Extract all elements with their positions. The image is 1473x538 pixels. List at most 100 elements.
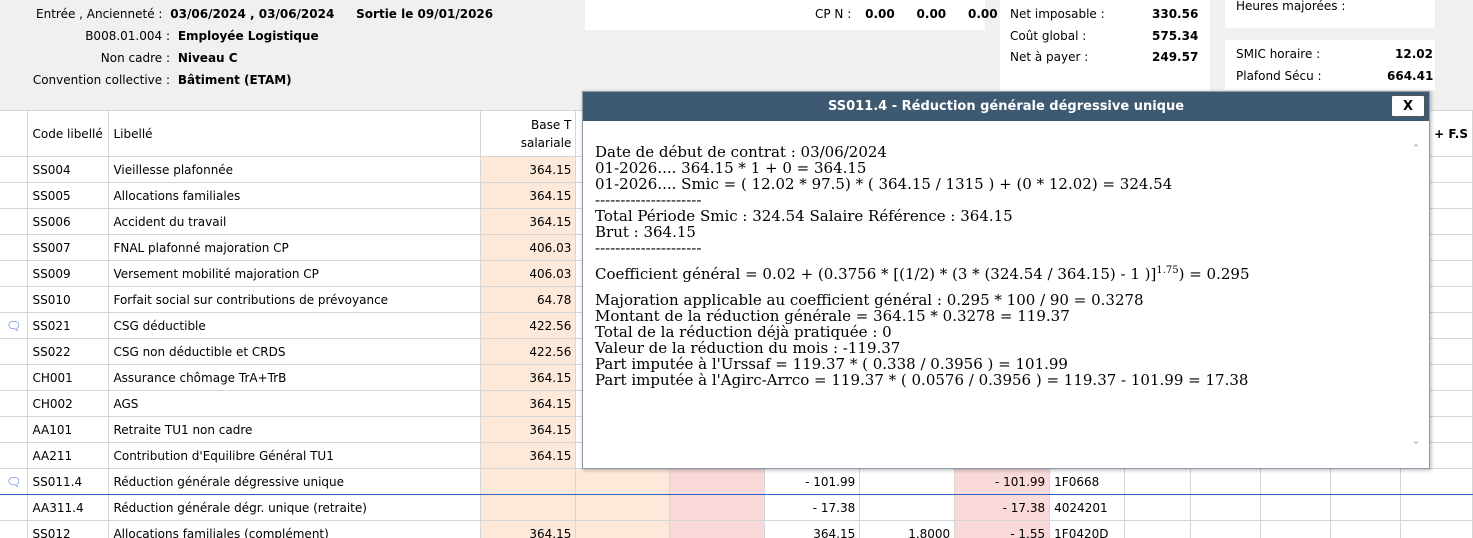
row-gutter [0, 494, 29, 521]
table-row[interactable]: SS012 Allocations familiales (complément… [0, 520, 1473, 538]
smic-label: SMIC horaire : [1236, 47, 1321, 61]
row-label: Réduction générale dégressive unique [108, 468, 482, 495]
total-period-line: Total Période Smic : 324.54 Salaire Réfé… [595, 207, 1013, 225]
row-cell [1190, 468, 1262, 495]
comment-icon[interactable]: 🗨 [0, 468, 29, 495]
cpn-label: CP N : [815, 7, 852, 21]
row-gutter [0, 364, 29, 391]
entry-value: 03/06/2024 , 03/06/2024 [170, 7, 335, 21]
employee-header: Entrée , Ancienneté : 03/06/2024 , 03/06… [0, 0, 1473, 98]
job-value: Employée Logistique [177, 29, 319, 43]
row-cell [669, 520, 766, 538]
calc-line: 01-2026.... 364.15 * 1 + 0 = 364.15 [595, 159, 867, 177]
row-base: 422.56 [480, 338, 577, 365]
row-code: SS004 [27, 156, 110, 183]
row-cell [1330, 468, 1401, 495]
row-label: Allocations familiales [108, 182, 482, 209]
dialog-body: Date de début de contrat : 03/06/2024 01… [595, 144, 1399, 388]
net-payer-value: 249.57 [1152, 50, 1199, 64]
row-cell [669, 494, 766, 521]
row-label: Réduction générale dégr. unique (retrait… [108, 494, 482, 521]
convention-row: Convention collective : Bâtiment (ETAM) [0, 72, 292, 88]
convention-label: Convention collective : [32, 73, 170, 87]
row-cell [575, 520, 671, 538]
row-code: AA311.4 [27, 494, 110, 521]
col-header-code[interactable]: Code libellé [27, 110, 110, 157]
scroll-down-icon[interactable]: ⌄ [1409, 434, 1423, 448]
row-cell [1260, 494, 1331, 521]
row-code: SS005 [27, 182, 110, 209]
scroll-up-icon[interactable]: ⌃ [1409, 142, 1423, 156]
row-value-1: 364.15 [764, 520, 861, 538]
row-label: Assurance chômage TrA+TrB [108, 364, 482, 391]
row-label: Vieillesse plafonnée [108, 156, 482, 183]
row-base: 422.56 [480, 312, 577, 339]
row-gutter [0, 390, 29, 417]
row-base: 364.15 [480, 156, 577, 183]
row-cell [575, 468, 671, 495]
plafond-label: Plafond Sécu : [1236, 69, 1322, 83]
row-label: Forfait social sur contributions de prév… [108, 286, 482, 313]
row-label: CSG déductible [108, 312, 482, 339]
table-row[interactable]: 🗨 SS011.4 Réduction générale dégressive … [0, 468, 1473, 495]
coefficient-exponent: 1.75 [1156, 265, 1179, 276]
row-label: Contribution d'Equilibre Général TU1 [108, 442, 482, 469]
heures-label: Heures majorées : [1236, 0, 1346, 13]
row-account: 1F0668 [1049, 468, 1126, 495]
row-cell [1260, 468, 1331, 495]
row-cell [1190, 494, 1262, 521]
row-base: 364.15 [480, 364, 577, 391]
row-account: 4024201 [1049, 494, 1126, 521]
row-gutter [0, 182, 29, 209]
row-cell [1399, 520, 1473, 538]
cout-global-label: Coût global : [1010, 29, 1087, 43]
row-code: SS006 [27, 208, 110, 235]
row-cell [1330, 520, 1401, 538]
col-header-libelle[interactable]: Libellé [108, 110, 482, 157]
table-row[interactable]: AA311.4 Réduction générale dégr. unique … [0, 494, 1473, 521]
row-value-2: - 101.99 [954, 468, 1051, 495]
row-code: CH002 [27, 390, 110, 417]
montant-line: Montant de la réduction générale = 364.1… [595, 307, 1070, 325]
row-base: 364.15 [480, 182, 577, 209]
status-label: Non cadre : [100, 51, 170, 65]
cpn-value-3: 0.00 [967, 7, 998, 21]
contract-start-line: Date de début de contrat : 03/06/2024 [595, 143, 887, 161]
coefficient-result: ) = 0.295 [1178, 265, 1250, 283]
row-code: SS022 [27, 338, 110, 365]
row-label: Versement mobilité majoration CP [108, 260, 482, 287]
coefficient-line: Coefficient général = 0.02 + (0.3756 * [… [595, 265, 1399, 283]
row-cell [1399, 468, 1473, 495]
smic-value: 12.02 [1395, 47, 1433, 61]
row-cell [1399, 494, 1473, 521]
row-cell [1330, 494, 1401, 521]
net-imposable-label: Net imposable : [1010, 7, 1105, 21]
status-row: Non cadre : Niveau C [0, 50, 238, 66]
row-account: 1F0420D [1049, 520, 1126, 538]
convention-value: Bâtiment (ETAM) [177, 73, 292, 87]
reduction-detail-dialog: SS011.4 - Réduction générale dégressive … [582, 91, 1430, 469]
row-rate: 1.8000 [859, 520, 956, 538]
col-header-base[interactable]: Base T salariale [480, 110, 577, 157]
row-code: AA211 [27, 442, 110, 469]
row-cell [1124, 494, 1192, 521]
close-button[interactable]: X [1391, 95, 1425, 117]
row-base: 364.15 [480, 520, 577, 538]
row-gutter [0, 338, 29, 365]
comment-icon[interactable]: 🗨 [0, 312, 29, 339]
row-code: AA101 [27, 416, 110, 443]
row-code: SS021 [27, 312, 110, 339]
row-label: Retraite TU1 non cadre [108, 416, 482, 443]
dialog-title: SS011.4 - Réduction générale dégressive … [827, 99, 1185, 114]
valeur-mois-line: Valeur de la réduction du mois : -119.37 [595, 339, 901, 357]
row-gutter [0, 234, 29, 261]
row-code: CH001 [27, 364, 110, 391]
row-value-2: - 17.38 [954, 494, 1051, 521]
row-code: SS007 [27, 234, 110, 261]
entry-label: Entrée , Ancienneté : [36, 7, 163, 21]
row-cell [1260, 520, 1331, 538]
row-gutter [0, 260, 29, 287]
net-payer-label: Net à payer : [1010, 50, 1089, 64]
row-label: Allocations familiales (complément) [108, 520, 482, 538]
row-cell [669, 468, 766, 495]
